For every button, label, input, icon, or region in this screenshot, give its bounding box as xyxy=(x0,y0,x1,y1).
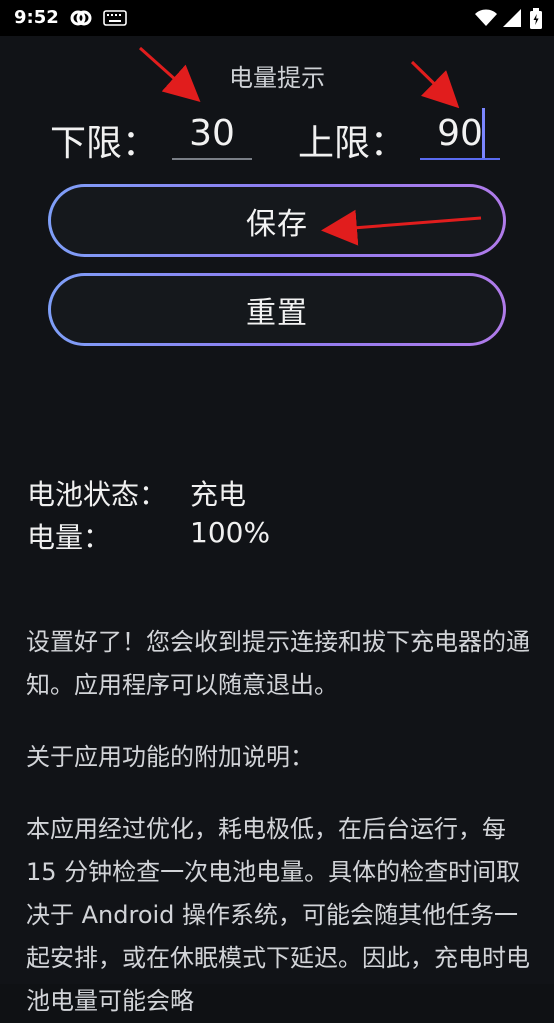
lower-limit-label: 下限： xyxy=(50,123,159,164)
wifi-icon xyxy=(474,8,498,32)
upper-limit-input[interactable] xyxy=(420,108,500,160)
intro-paragraph: 设置好了！您会收到提示连接和拔下充电器的通知。应用程序可以随意退出。 xyxy=(26,628,530,699)
keyboard-icon xyxy=(103,10,127,30)
main-content: 电量提示 下限： 上限： 保存 重置 电池状态： 充电 电量： 100% 设置好… xyxy=(0,36,554,1015)
battery-status-label: 电池状态： xyxy=(27,478,168,511)
signal-icon xyxy=(502,8,522,32)
status-time: 9:52 xyxy=(14,7,59,28)
lower-limit-input[interactable] xyxy=(172,108,252,160)
battery-charging-icon xyxy=(529,8,543,34)
page-title: 电量提示 xyxy=(229,64,325,92)
save-button[interactable]: 保存 xyxy=(48,184,506,257)
link-icon xyxy=(70,10,92,30)
feature-notes-heading: 关于应用功能的附加说明： xyxy=(26,743,314,771)
save-button-label: 保存 xyxy=(51,187,503,254)
reset-button[interactable]: 重置 xyxy=(48,273,506,346)
upper-limit-label: 上限： xyxy=(298,123,407,164)
reset-button-label: 重置 xyxy=(51,276,503,343)
battery-status-value: 充电 xyxy=(190,478,247,511)
text-cursor xyxy=(482,108,485,158)
battery-level-label: 电量： xyxy=(27,521,112,554)
battery-level-value: 100% xyxy=(190,516,271,549)
feature-notes-body: 本应用经过优化，耗电极低，在后台运行，每 15 分钟检查一次电池电量。具体的检查… xyxy=(26,815,530,1015)
status-bar: 9:52 xyxy=(0,0,554,36)
